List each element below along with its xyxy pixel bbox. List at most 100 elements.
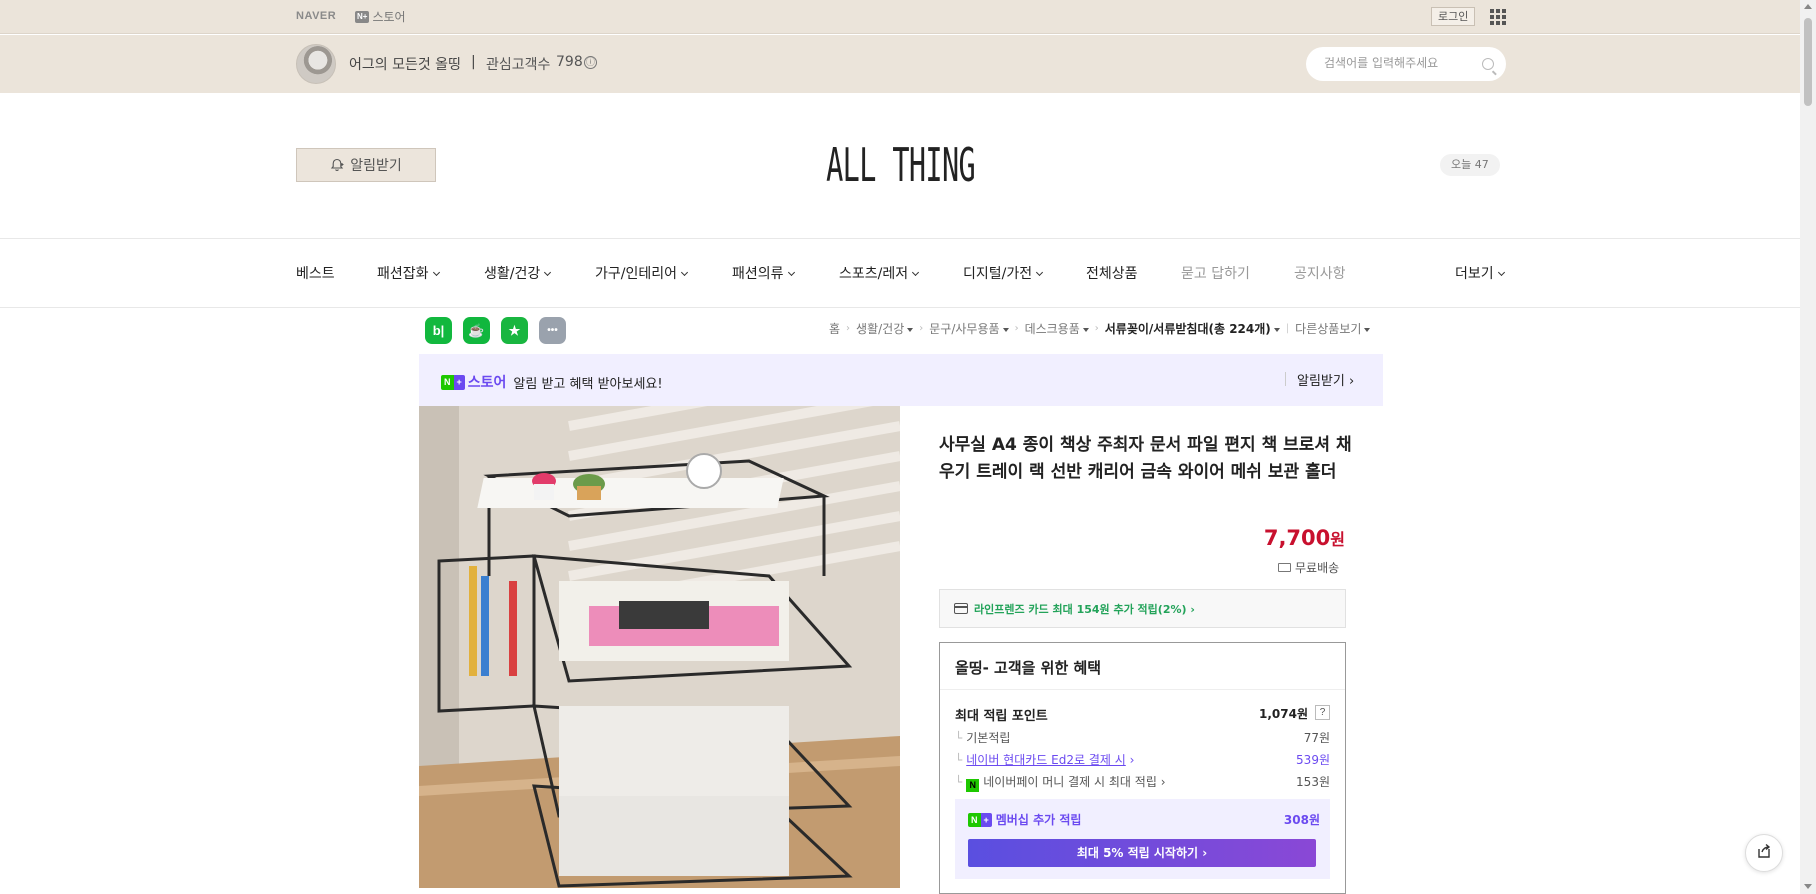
naver-plus-badge: N+ xyxy=(441,374,465,390)
banner-alarm-link[interactable]: 알림받기 › xyxy=(1297,370,1354,389)
truck-icon xyxy=(1278,563,1291,572)
nav-item-best[interactable]: 베스트 xyxy=(296,263,335,283)
npay-money-link[interactable]: 네이버페이 머니 결제 시 최대 적립 xyxy=(983,775,1157,789)
nav-item-sports[interactable]: 스포츠/레저 xyxy=(839,263,920,283)
nav-item-fashion-goods[interactable]: 패션잡화 xyxy=(377,263,440,283)
divider: | xyxy=(1285,323,1290,334)
hyundai-card-link[interactable]: 네이버 현대카드 Ed2로 결제 시 xyxy=(966,753,1126,767)
nav-item-living-health[interactable]: 생활/건강 xyxy=(484,263,552,283)
store-word: 스토어 xyxy=(467,375,507,391)
fans-label: 관심고객수 xyxy=(486,57,551,73)
chevron-down-icon xyxy=(432,268,440,277)
store-label: 스토어 xyxy=(372,10,406,24)
channel-name[interactable]: 어그의 모든것 올띵 xyxy=(349,54,461,74)
alarm-label: 알림받기 xyxy=(350,158,402,174)
bell-icon xyxy=(330,158,344,172)
share-icon xyxy=(1756,843,1772,863)
breadcrumb-living-health[interactable]: 생활/건강 xyxy=(856,320,914,337)
breadcrumb-current-category[interactable]: 서류꽂이/서류받침대(총 224개) xyxy=(1105,320,1280,337)
basic-points-label: 기본적립 xyxy=(966,731,1011,745)
page-scrollbar[interactable] xyxy=(1800,0,1816,894)
help-icon[interactable]: ? xyxy=(1315,705,1330,720)
membership-box: N + 멤버십 추가 적립 308원 최대 5% 적립 시작하기 › xyxy=(955,799,1330,879)
max-points-label: 최대 적립 포인트 xyxy=(955,709,1048,724)
product-image[interactable] xyxy=(419,406,900,888)
chevron-down-icon xyxy=(1036,268,1044,277)
band-share-icon[interactable]: b| xyxy=(425,317,452,344)
breadcrumb: 홈 › 생활/건강 › 문구/사무용품 › 데스크용품 › 서류꽂이/서류받침대… xyxy=(829,320,1371,337)
benefit-box: 올띵- 고객을 위한 혜택 최대 적립 포인트 1,074원 ? └ 기본적립 7… xyxy=(939,642,1346,894)
global-nav-bar: NAVER N+ 스토어 로그인 xyxy=(0,0,1816,34)
chevron-right-icon: › xyxy=(846,323,851,334)
login-button[interactable]: 로그인 xyxy=(1431,7,1476,26)
tree-branch-icon: └ xyxy=(955,775,963,789)
caret-down-icon xyxy=(907,328,914,332)
nav-item-notice[interactable]: 공지사항 xyxy=(1294,263,1346,283)
search-box xyxy=(1306,47,1506,81)
naver-logo[interactable]: NAVER xyxy=(296,10,336,22)
naver-store-link[interactable]: N+ 스토어 xyxy=(355,8,406,25)
card-offer[interactable]: 라인프렌즈 카드 최대 154원 추가 적립(2%) › xyxy=(939,589,1346,628)
store-alarm-banner: N + 스토어 알림 받고 혜택 받아보세요! 알림받기 › xyxy=(419,354,1383,406)
breadcrumb-desk-supplies[interactable]: 데스크용품 xyxy=(1025,320,1089,337)
caret-down-icon xyxy=(1082,328,1089,332)
other-products-button[interactable]: 다른상품보기 xyxy=(1295,320,1371,337)
info-icon[interactable]: ⓘ xyxy=(584,56,597,69)
chevron-down-icon xyxy=(787,268,795,277)
category-nav: 베스트 패션잡화 생활/건강 가구/인테리어 패션의류 스포츠/레저 디지털/가… xyxy=(0,238,1816,308)
chevron-down-icon xyxy=(544,268,552,277)
today-visitors: 오늘 47 xyxy=(1440,154,1500,176)
banner-message: 알림 받고 혜택 받아보세요! xyxy=(513,376,663,392)
chevron-right-icon: › xyxy=(1014,323,1019,334)
fans-count: 798 xyxy=(556,54,583,70)
npay-money-value: 153원 xyxy=(1296,775,1330,789)
scroll-down-arrow-icon[interactable] xyxy=(1804,884,1812,889)
floating-share-button[interactable] xyxy=(1745,834,1783,872)
chevron-right-icon: › xyxy=(1094,323,1099,334)
benefit-heading: 올띵- 고객을 위한 혜택 xyxy=(955,659,1102,677)
npay-money-row: └ N 네이버페이 머니 결제 시 최대 적립 › 153원 xyxy=(955,775,1330,792)
price-unit: 원 xyxy=(1330,530,1345,549)
nav-item-qna[interactable]: 묻고 답하기 xyxy=(1181,263,1250,283)
divider xyxy=(1285,372,1286,386)
price-number: 7,700 xyxy=(1263,526,1331,550)
product-price: 7,700원 xyxy=(1240,526,1345,550)
search-input[interactable] xyxy=(1324,56,1474,70)
caret-down-icon xyxy=(1002,328,1009,332)
bookmark-share-icon[interactable]: ★ xyxy=(501,317,528,344)
chevron-right-icon: › xyxy=(919,323,924,334)
caret-down-icon xyxy=(1364,328,1371,332)
tree-branch-icon: └ xyxy=(955,753,963,767)
naver-plus-badge: N+ xyxy=(355,10,370,23)
membership-value: 308원 xyxy=(1283,813,1320,827)
divider xyxy=(940,689,1345,690)
nav-item-all-products[interactable]: 전체상품 xyxy=(1086,263,1138,283)
chevron-down-icon xyxy=(912,268,920,277)
nav-item-furniture[interactable]: 가구/인테리어 xyxy=(595,263,689,283)
naver-pay-icon: N xyxy=(966,779,980,792)
product-title: 사무실 A4 종이 책상 주최자 문서 파일 편지 책 브로셔 채우기 트레이 … xyxy=(939,435,1352,482)
nav-item-digital[interactable]: 디지털/가전 xyxy=(963,263,1044,283)
max-points-value: 1,074원 xyxy=(1259,707,1308,721)
scrollbar-thumb[interactable] xyxy=(1804,18,1812,106)
card-offer-text: 라인프렌즈 카드 최대 154원 추가 적립(2%) › xyxy=(974,603,1195,616)
hyundai-card-value: 539원 xyxy=(1296,753,1330,767)
grid-icon[interactable] xyxy=(1490,9,1506,25)
breadcrumb-stationery[interactable]: 문구/사무용품 xyxy=(929,320,1009,337)
basic-points-row: └ 기본적립 77원 xyxy=(955,729,1330,745)
credit-card-icon xyxy=(954,603,968,614)
basic-points-value: 77원 xyxy=(1303,731,1330,745)
scroll-up-arrow-icon[interactable] xyxy=(1804,4,1812,9)
store-logo[interactable]: ALL THING xyxy=(820,138,981,194)
nav-item-fashion-clothing[interactable]: 패션의류 xyxy=(732,263,795,283)
search-icon[interactable] xyxy=(1482,58,1494,70)
more-share-icon[interactable]: ••• xyxy=(539,317,566,344)
breadcrumb-home[interactable]: 홈 xyxy=(829,320,840,337)
membership-start-button[interactable]: 최대 5% 적립 시작하기 › xyxy=(968,839,1316,867)
avatar[interactable] xyxy=(296,44,336,84)
nav-more-button[interactable]: 더보기 xyxy=(1455,263,1505,283)
cafe-share-icon[interactable]: ☕ xyxy=(463,317,490,344)
naver-plus-store-logo: N + 스토어 알림 받고 혜택 받아보세요! xyxy=(441,372,663,392)
alarm-button[interactable]: 알림받기 xyxy=(296,148,436,182)
tree-branch-icon: └ xyxy=(955,731,963,745)
